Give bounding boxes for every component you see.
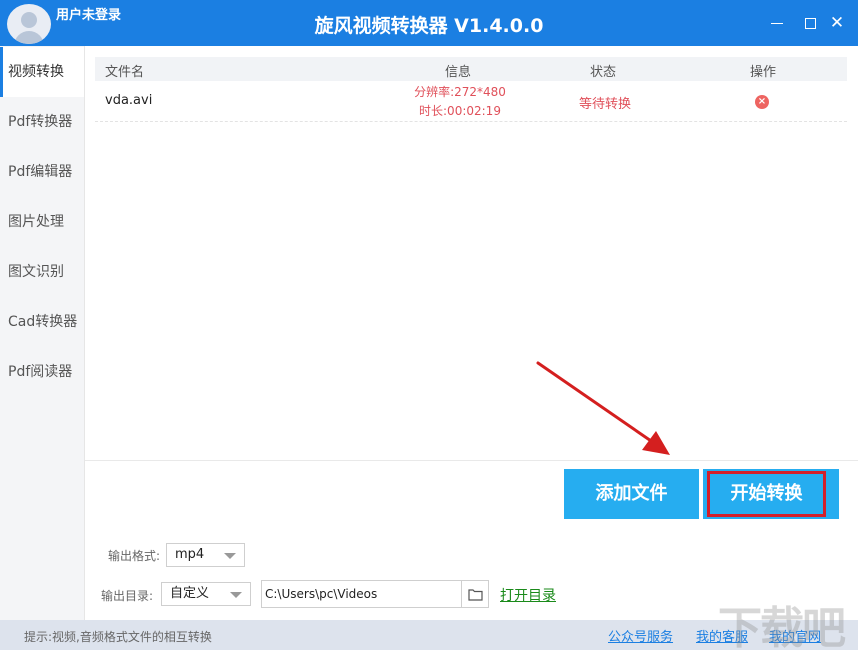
chevron-down-icon: [224, 553, 236, 559]
column-header-info: 信息: [445, 65, 472, 80]
output-format-value: mp4: [175, 547, 205, 562]
annotation-arrow: [536, 361, 670, 455]
column-header-action: 操作: [750, 65, 777, 80]
close-button[interactable]: ✕: [826, 12, 848, 34]
sidebar-item-pdf-converter[interactable]: Pdf转换器: [0, 97, 84, 147]
delete-icon[interactable]: ×: [755, 95, 769, 109]
sidebar-item-pdf-reader[interactable]: Pdf阅读器: [0, 347, 84, 397]
maximize-button[interactable]: [799, 12, 821, 34]
file-table-header: 文件名 信息 状态 操作: [95, 57, 847, 81]
chevron-down-icon: [230, 592, 242, 598]
file-name: vda.avi: [105, 93, 153, 108]
output-dir-label: 输出目录:: [101, 589, 154, 603]
sidebar-item-pdf-editor[interactable]: Pdf编辑器: [0, 147, 84, 197]
title-bar: 用户未登录 旋风视频转换器 V1.4.0.0 ✕: [0, 0, 858, 46]
sidebar-item-image-processing[interactable]: 图片处理: [0, 197, 84, 247]
tip-text: 提示:视频,音频格式文件的相互转换: [24, 630, 212, 644]
output-dir-value: 自定义: [170, 586, 210, 601]
column-header-filename: 文件名: [105, 65, 145, 80]
content-divider: [85, 460, 858, 461]
file-status: 等待转换: [578, 97, 631, 112]
footer-link-official-account[interactable]: 公众号服务: [608, 626, 673, 645]
open-directory-link[interactable]: 打开目录: [500, 585, 556, 605]
column-header-status: 状态: [590, 65, 617, 80]
watermark-logo: 下载吧: [718, 603, 846, 650]
add-file-button[interactable]: 添加文件: [564, 469, 699, 519]
file-duration: 时长:00:02:19: [419, 104, 501, 118]
output-dir-select[interactable]: 自定义: [161, 582, 251, 606]
table-row[interactable]: vda.avi 分辨率:272*480 时长:00:02:19 等待转换 ×: [95, 82, 847, 122]
sidebar-item-cad-converter[interactable]: Cad转换器: [0, 297, 84, 347]
sidebar: 视频转换 Pdf转换器 Pdf编辑器 图片处理 图文识别 Cad转换器 Pdf阅…: [0, 46, 85, 620]
sidebar-item-video-convert[interactable]: 视频转换: [0, 47, 84, 97]
output-format-label: 输出格式:: [108, 549, 161, 563]
folder-icon: [468, 589, 483, 601]
start-convert-button[interactable]: 开始转换: [707, 471, 826, 517]
sidebar-item-ocr[interactable]: 图文识别: [0, 247, 84, 297]
file-info: 分辨率:272*480 时长:00:02:19: [395, 83, 525, 121]
minimize-button[interactable]: [766, 12, 788, 34]
file-resolution: 分辨率:272*480: [414, 85, 506, 99]
browse-folder-button[interactable]: [461, 580, 489, 608]
app-title: 旋风视频转换器 V1.4.0.0: [314, 15, 544, 37]
output-path-field[interactable]: C:\Users\pc\Videos: [261, 580, 462, 608]
output-format-select[interactable]: mp4: [166, 543, 245, 567]
